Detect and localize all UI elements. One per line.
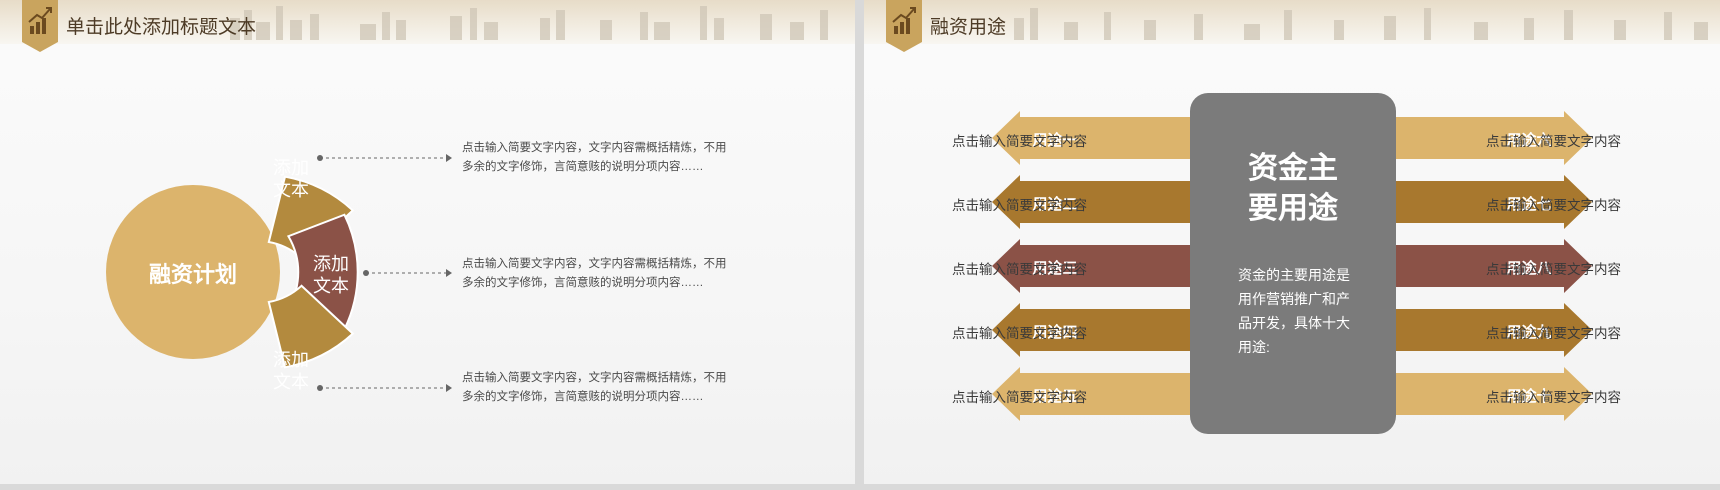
slide-title[interactable]: 融资用途	[930, 12, 1006, 39]
growth-chart-icon	[886, 0, 922, 52]
usage-text-2[interactable]: 点击输入简要文字内容	[952, 194, 1087, 214]
segment-middle-label-1: 添加	[313, 254, 349, 274]
description-text-1[interactable]: 点击输入简要文字内容，文字内容需概括精炼，不用 多余的文字修饰，言简意赅的说明分…	[462, 139, 762, 177]
connector-dot-3	[317, 385, 323, 391]
connector-arrowhead-1	[446, 154, 452, 162]
slide-financing-plan: 单击此处添加标题文本 融资计划 添加 文本 添加 文本 添加 文本 点击输入简要…	[0, 0, 855, 484]
connector-arrowhead-2	[446, 269, 452, 277]
segment-top-label-1: 添加	[273, 158, 309, 178]
connector-arrowhead-3	[446, 384, 452, 392]
usage-text-6[interactable]: 点击输入简要文字内容	[1486, 130, 1621, 150]
usage-text-5[interactable]: 点击输入简要文字内容	[952, 386, 1087, 406]
usage-text-3[interactable]: 点击输入简要文字内容	[952, 258, 1087, 278]
financing-plan-diagram: 融资计划 添加 文本 添加 文本 添加 文本	[106, 154, 452, 392]
segment-bottom-label-2: 文本	[273, 372, 309, 392]
usage-text-4[interactable]: 点击输入简要文字内容	[952, 322, 1087, 342]
usage-text-9[interactable]: 点击输入简要文字内容	[1486, 322, 1621, 342]
slide-fund-usage: 融资用途 资金主 要用途 资金的主要用途是用作营销推广和产品开发，具体十大用途:…	[864, 0, 1720, 484]
segment-top-label-2: 文本	[273, 180, 309, 200]
usage-text-1[interactable]: 点击输入简要文字内容	[952, 130, 1087, 150]
description-text-2[interactable]: 点击输入简要文字内容，文字内容需概括精炼，不用 多余的文字修饰，言简意赅的说明分…	[462, 255, 762, 293]
description-text-3[interactable]: 点击输入简要文字内容，文字内容需概括精炼，不用 多余的文字修饰，言简意赅的说明分…	[462, 369, 762, 407]
segment-middle-label-2: 文本	[313, 276, 349, 296]
title-banner: 融资用途	[864, 0, 1720, 52]
usage-text-8[interactable]: 点击输入简要文字内容	[1486, 258, 1621, 278]
connector-dot-1	[317, 155, 323, 161]
segment-bottom-label-1: 添加	[273, 350, 309, 370]
central-panel[interactable]: 资金主 要用途 资金的主要用途是用作营销推广和产品开发，具体十大用途:	[1190, 93, 1396, 434]
usage-text-7[interactable]: 点击输入简要文字内容	[1486, 194, 1621, 214]
connector-dot-2	[363, 270, 369, 276]
usage-text-10[interactable]: 点击输入简要文字内容	[1486, 386, 1621, 406]
center-label: 融资计划	[149, 262, 237, 287]
